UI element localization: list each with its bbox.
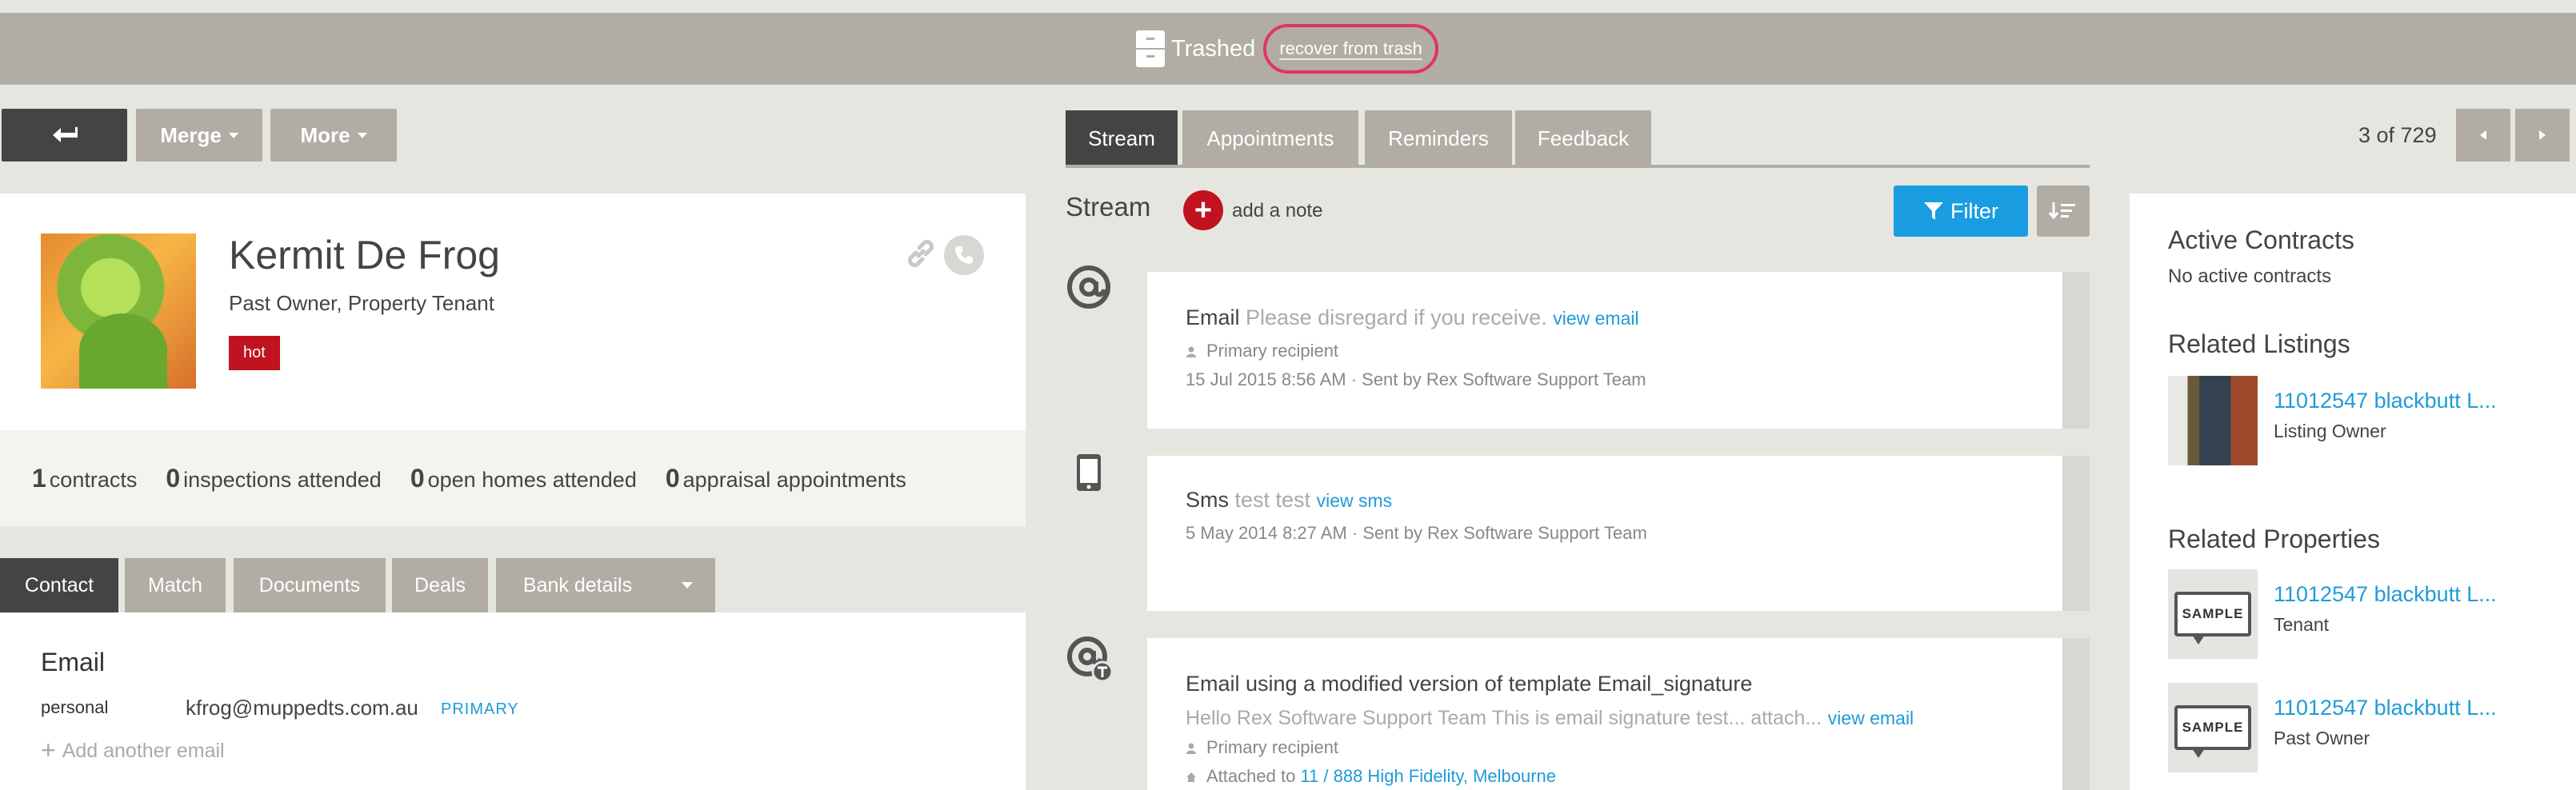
avatar[interactable] bbox=[41, 233, 196, 389]
next-record-button[interactable] bbox=[2515, 109, 2570, 162]
email-template-icon bbox=[1066, 635, 1115, 688]
back-arrow-icon bbox=[52, 127, 78, 142]
tab-stream[interactable]: Stream bbox=[1066, 110, 1178, 166]
email-type-label: personal bbox=[41, 697, 109, 717]
person-icon bbox=[1186, 743, 1196, 754]
related-listing-role: Listing Owner bbox=[2274, 421, 2386, 441]
caret-left-icon bbox=[2480, 130, 2486, 140]
active-contracts-title: Active Contracts bbox=[2168, 225, 2354, 254]
stream-item-recipient: Primary recipient bbox=[1186, 737, 1338, 758]
listing-thumbnail[interactable] bbox=[2168, 376, 2258, 465]
stream-item-strip bbox=[2062, 272, 2090, 429]
call-button[interactable] bbox=[944, 235, 984, 275]
stream-item-line: Email using a modified version of templa… bbox=[1186, 672, 1753, 696]
view-email-link[interactable]: view email bbox=[1553, 308, 1638, 329]
related-properties-title: Related Properties bbox=[2168, 525, 2381, 553]
more-label: More bbox=[300, 122, 350, 147]
attached-property-link[interactable]: 11 / 888 High Fidelity, Melbourne bbox=[1300, 766, 1556, 786]
contact-stats-bar: 1 contracts 0 inspections attended 0 open h… bbox=[0, 430, 1026, 526]
merge-label: Merge bbox=[160, 122, 222, 147]
trashed-label: Trashed bbox=[1171, 35, 1256, 62]
person-icon bbox=[1186, 346, 1196, 357]
tag-badge[interactable]: hot bbox=[229, 336, 280, 370]
back-button[interactable] bbox=[2, 109, 127, 162]
tabs-overflow-dropdown[interactable] bbox=[659, 558, 715, 612]
related-property-role: Tenant bbox=[2274, 614, 2330, 635]
trash-icon bbox=[1136, 30, 1165, 67]
house-icon bbox=[1186, 772, 1196, 782]
stat-contracts: 1 contracts bbox=[32, 463, 138, 493]
related-property-role: Past Owner bbox=[2274, 728, 2370, 748]
stream-item-sms[interactable]: Sms test test view sms 5 May 2014 8:27 A… bbox=[1147, 456, 2062, 611]
property-thumbnail[interactable]: SAMPLE bbox=[2168, 683, 2258, 772]
filter-button[interactable]: Filter bbox=[1894, 186, 2028, 237]
stat-appraisals: 0 appraisal appointments bbox=[665, 463, 906, 493]
tab-reminders[interactable]: Reminders bbox=[1365, 110, 1512, 166]
trash-banner: Trashed recover from trash bbox=[0, 13, 2576, 85]
email-address[interactable]: kfrog@muppedts.com.au bbox=[186, 696, 418, 720]
more-button[interactable]: More bbox=[270, 109, 397, 162]
plus-icon: + bbox=[41, 736, 56, 764]
tab-feedback[interactable]: Feedback bbox=[1515, 110, 1651, 166]
mobile-phone-icon bbox=[1075, 453, 1102, 497]
add-another-email-link[interactable]: + Add another email bbox=[41, 736, 225, 765]
tab-bank-details[interactable]: Bank details bbox=[496, 558, 659, 612]
stream-title: Stream bbox=[1066, 192, 1151, 221]
email-at-icon bbox=[1066, 264, 1112, 314]
record-position: 3 of 729 bbox=[2358, 123, 2437, 147]
tab-documents[interactable]: Documents bbox=[234, 558, 386, 612]
view-email-link[interactable]: view email bbox=[1828, 708, 1914, 728]
view-sms-link[interactable]: view sms bbox=[1317, 490, 1393, 511]
add-note-label[interactable]: add a note bbox=[1232, 200, 1322, 222]
stream-item-line: Sms test test view sms bbox=[1186, 488, 1393, 512]
property-thumbnail[interactable]: SAMPLE bbox=[2168, 569, 2258, 659]
stream-item-preview: Hello Rex Software Support Team This is … bbox=[1186, 707, 1914, 729]
contact-name: Kermit De Frog bbox=[229, 233, 500, 277]
caret-right-icon bbox=[2539, 130, 2546, 140]
stream-item-meta: 5 May 2014 8:27 AM · Sent by Rex Softwar… bbox=[1186, 523, 1647, 543]
tab-deals[interactable]: Deals bbox=[392, 558, 488, 612]
caret-down-icon bbox=[682, 582, 693, 589]
stream-item-recipient: Primary recipient bbox=[1186, 341, 1338, 361]
add-note-button[interactable]: + bbox=[1183, 190, 1223, 230]
related-property-link[interactable]: 11012547 blackbutt L... bbox=[2274, 582, 2497, 607]
tab-contact[interactable]: Contact bbox=[0, 558, 118, 612]
recover-from-trash-link[interactable]: recover from trash bbox=[1263, 24, 1438, 74]
stream-item-email[interactable]: Email Please disregard if you receive. v… bbox=[1147, 272, 2062, 429]
stream-item-line: Email Please disregard if you receive. v… bbox=[1186, 305, 1639, 329]
tab-match[interactable]: Match bbox=[125, 558, 226, 612]
merge-button[interactable]: Merge bbox=[136, 109, 262, 162]
sort-button[interactable] bbox=[2037, 186, 2090, 237]
sample-sign-icon: SAMPLE bbox=[2174, 592, 2251, 644]
related-panel: Active Contracts No active contracts Rel… bbox=[2130, 194, 2576, 790]
sort-icon bbox=[2048, 202, 2075, 220]
sample-sign-icon: SAMPLE bbox=[2174, 705, 2251, 758]
stream-item-attached: Attached to 11 / 888 High Fidelity, Melb… bbox=[1186, 766, 1556, 787]
caret-down-icon bbox=[228, 132, 238, 138]
stream-item-strip bbox=[2062, 638, 2090, 790]
primary-email-tag: PRIMARY bbox=[441, 700, 519, 718]
tabs-underline bbox=[1066, 165, 2090, 168]
stream-item-strip bbox=[2062, 456, 2090, 611]
email-section-title: Email bbox=[41, 648, 106, 676]
filter-icon bbox=[1924, 202, 1943, 220]
contact-details-panel: Email personal kfrog@muppedts.com.au PRI… bbox=[0, 612, 1026, 790]
stat-inspections: 0 inspections attended bbox=[166, 463, 382, 493]
related-listing-link[interactable]: 11012547 blackbutt L... bbox=[2274, 389, 2497, 413]
stream-item-template-email[interactable]: Email using a modified version of templa… bbox=[1147, 638, 2062, 790]
stat-open-homes: 0 open homes attended bbox=[410, 463, 637, 493]
contact-roles: Past Owner, Property Tenant bbox=[229, 291, 494, 315]
phone-icon bbox=[955, 246, 973, 264]
related-property-link[interactable]: 11012547 blackbutt L... bbox=[2274, 696, 2497, 720]
template-name: Email_signature bbox=[1597, 672, 1753, 696]
stream-item-meta: 15 Jul 2015 8:56 AM · Sent by Rex Softwa… bbox=[1186, 369, 1646, 389]
tab-appointments[interactable]: Appointments bbox=[1182, 110, 1358, 166]
previous-record-button[interactable] bbox=[2456, 109, 2510, 162]
related-listings-title: Related Listings bbox=[2168, 329, 2350, 358]
active-contracts-empty: No active contracts bbox=[2168, 265, 2332, 287]
contact-profile-card: Kermit De Frog Past Owner, Property Tena… bbox=[0, 194, 1026, 430]
caret-down-icon bbox=[357, 132, 367, 138]
link-icon[interactable] bbox=[902, 235, 939, 272]
plus-icon: + bbox=[1194, 193, 1213, 227]
